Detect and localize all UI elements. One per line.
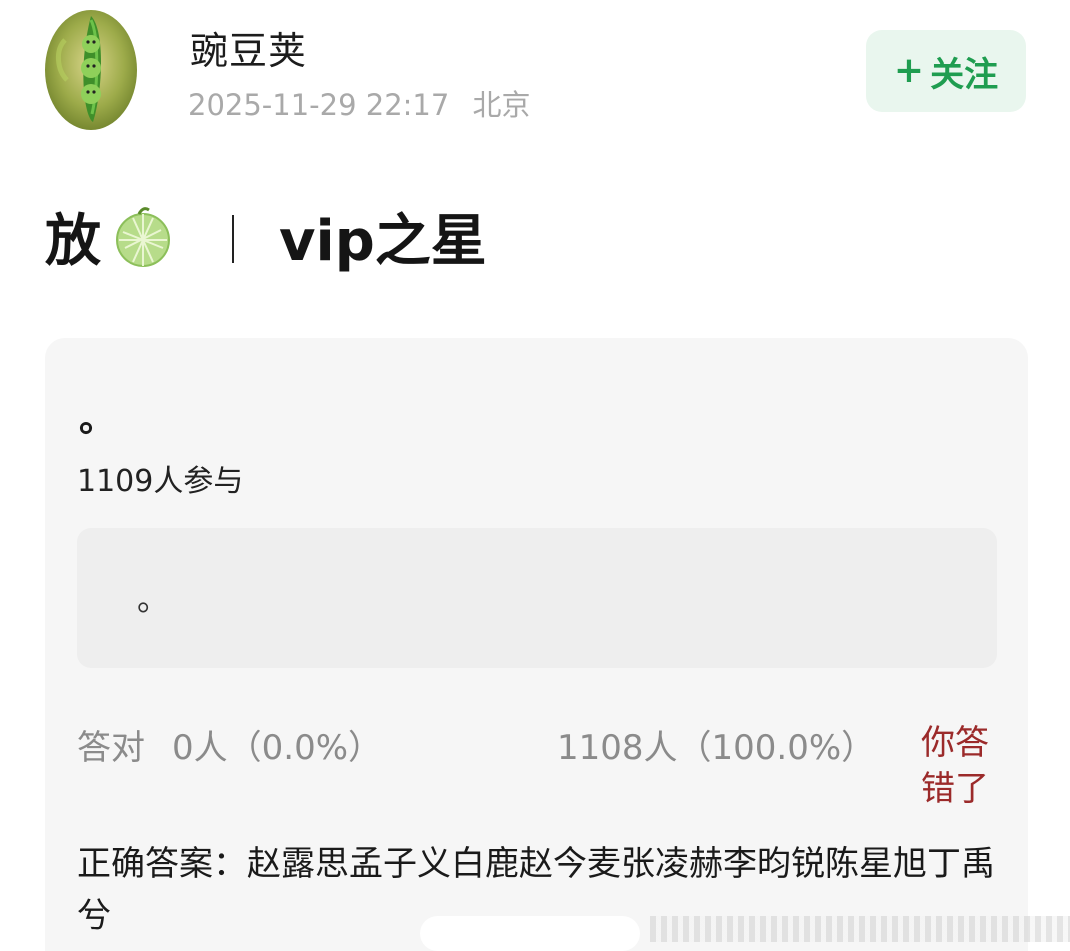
avatar[interactable] <box>45 10 137 130</box>
barcode-watermark <box>650 916 1070 942</box>
plus-icon: + <box>893 50 925 91</box>
post-location: 北京 <box>472 88 531 122</box>
quiz-question: 。 <box>79 399 116 440</box>
wrong-stat: 1108人（100.0%） <box>557 728 876 768</box>
participant-count: 1109人参与 <box>77 464 244 499</box>
follow-button[interactable]: + 关注 <box>866 30 1026 112</box>
follow-label: 关注 <box>930 54 999 95</box>
correct-stat: 0人（0.0%） <box>172 728 383 768</box>
verdict-badge: 你答错了 <box>921 723 989 809</box>
post-meta: 2025-11-29 22:17 北京 <box>188 82 545 124</box>
author-name[interactable]: 豌豆荚 <box>190 20 307 75</box>
post-timestamp: 2025-11-29 22:17 <box>188 88 450 122</box>
quiz-option[interactable]: 。 <box>77 528 997 668</box>
quiz-card: 。 1109人参与 。 答对 0人（0.0%） 1108人（100.0%） 你答… <box>45 338 1028 951</box>
melon-emoji-icon <box>116 207 170 267</box>
correct-label: 答对 <box>77 728 145 768</box>
title-suffix: vip之星 <box>279 208 487 274</box>
option-text: 。 <box>137 580 170 618</box>
post-header: 豌豆荚 2025-11-29 22:17 北京 + 关注 <box>0 0 1070 140</box>
pea-avatar-icon <box>45 10 137 130</box>
overlay-pill <box>420 916 640 951</box>
post-title: 放 ｜ vip之星 <box>45 196 487 276</box>
title-separator: ｜ <box>209 213 258 269</box>
title-prefix: 放 <box>45 208 101 274</box>
watermark-overlay <box>420 906 1070 951</box>
